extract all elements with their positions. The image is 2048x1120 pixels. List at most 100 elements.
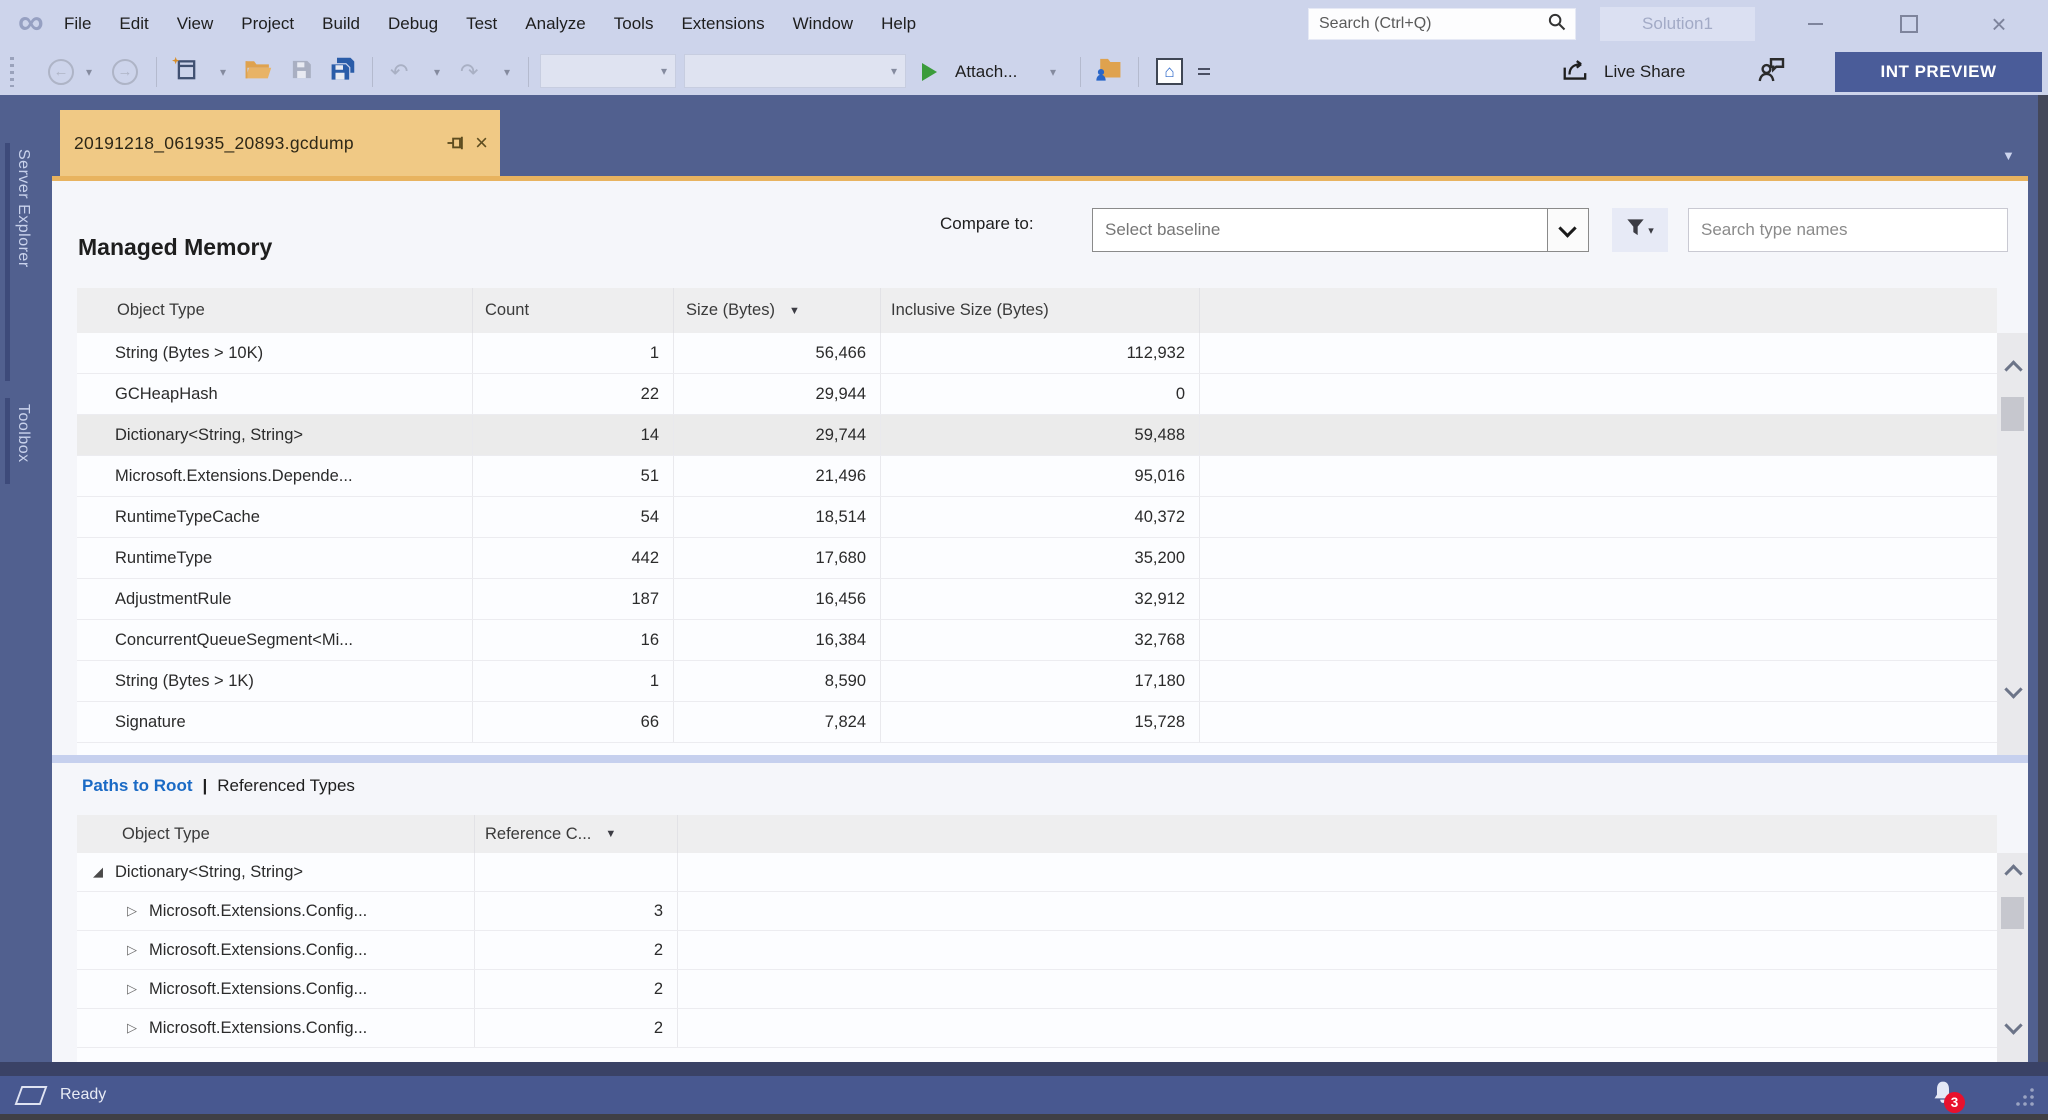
pane-splitter[interactable] bbox=[52, 755, 2028, 763]
int-preview-badge[interactable]: INT PREVIEW bbox=[1835, 52, 2042, 92]
menu-edit[interactable]: Edit bbox=[105, 0, 162, 48]
maximize-button[interactable] bbox=[1880, 0, 1938, 48]
cell-inclusive-size: 17,180 bbox=[881, 661, 1200, 701]
scroll-down-button[interactable] bbox=[2004, 680, 2022, 698]
cell-object-type: ConcurrentQueueSegment<Mi... bbox=[77, 620, 473, 660]
column-header-object-type[interactable]: Object Type bbox=[77, 815, 475, 853]
table-row[interactable]: RuntimeType44217,68035,200 bbox=[77, 538, 1997, 579]
table-row[interactable]: Signature667,82415,728 bbox=[77, 702, 1997, 743]
live-share-label[interactable]: Live Share bbox=[1604, 48, 1685, 95]
type-search-input[interactable] bbox=[1689, 220, 2007, 240]
solution-platforms-combo[interactable]: ▾ bbox=[684, 54, 906, 88]
heap-table-scrollbar[interactable] bbox=[1997, 333, 2028, 755]
navigate-forward-button[interactable]: → bbox=[112, 48, 138, 95]
new-project-dropdown[interactable]: ▾ bbox=[220, 48, 226, 95]
menu-test[interactable]: Test bbox=[452, 0, 511, 48]
tab-list-dropdown[interactable]: ▼ bbox=[2002, 148, 2015, 163]
menu-build[interactable]: Build bbox=[308, 0, 374, 48]
attach-run-button[interactable] bbox=[922, 48, 937, 95]
menu-view[interactable]: View bbox=[163, 0, 228, 48]
tree-row[interactable]: ▷Microsoft.Extensions.Config...2 bbox=[77, 931, 1997, 970]
column-header-inclusive-size[interactable]: Inclusive Size (Bytes) bbox=[881, 288, 1200, 333]
tab-referenced-types[interactable]: Referenced Types bbox=[217, 776, 355, 796]
scrollbar-thumb[interactable] bbox=[2001, 397, 2024, 431]
expand-icon[interactable]: ▷ bbox=[127, 1020, 149, 1036]
table-row[interactable]: GCHeapHash2229,9440 bbox=[77, 374, 1997, 415]
tree-node-label: Microsoft.Extensions.Config... bbox=[149, 1019, 367, 1038]
undo-dropdown[interactable]: ▾ bbox=[434, 48, 440, 95]
baseline-dropdown-button[interactable] bbox=[1547, 209, 1588, 251]
quick-search-input[interactable] bbox=[1317, 14, 1547, 34]
pin-tab-button[interactable] bbox=[445, 133, 465, 153]
menu-window[interactable]: Window bbox=[779, 0, 867, 48]
column-header-object-type[interactable]: Object Type bbox=[77, 288, 473, 333]
save-all-button[interactable] bbox=[328, 48, 358, 95]
open-file-button[interactable] bbox=[244, 48, 272, 95]
menu-debug[interactable]: Debug bbox=[374, 0, 452, 48]
table-row[interactable]: ConcurrentQueueSegment<Mi...1616,38432,7… bbox=[77, 620, 1997, 661]
expand-icon[interactable]: ▷ bbox=[127, 903, 149, 919]
menu-file[interactable]: File bbox=[50, 0, 105, 48]
attach-label[interactable]: Attach... bbox=[955, 48, 1017, 95]
tab-paths-to-root[interactable]: Paths to Root bbox=[82, 776, 193, 796]
table-row[interactable]: Dictionary<String, String>1429,74459,488 bbox=[77, 415, 1997, 456]
paths-table-scrollbar[interactable] bbox=[1997, 853, 2028, 1062]
navigate-back-button[interactable]: ← bbox=[48, 48, 74, 95]
cell-object-type: ▷Microsoft.Extensions.Config... bbox=[77, 931, 475, 969]
menu-analyze[interactable]: Analyze bbox=[511, 0, 599, 48]
save-button[interactable] bbox=[290, 48, 313, 95]
close-tab-button[interactable]: × bbox=[475, 133, 488, 153]
cell-object-type: RuntimeType bbox=[77, 538, 473, 578]
scroll-up-button[interactable] bbox=[2004, 360, 2022, 378]
table-row[interactable]: String (Bytes > 1K)18,59017,180 bbox=[77, 661, 1997, 702]
quick-search-box[interactable] bbox=[1308, 8, 1576, 40]
notifications-button[interactable]: 3 bbox=[1930, 1079, 1956, 1112]
scroll-down-button[interactable] bbox=[2004, 1016, 2022, 1034]
sidebar-tab-toolbox[interactable]: Toolbox bbox=[5, 398, 36, 484]
status-message: Ready bbox=[60, 1086, 106, 1104]
resize-grip[interactable] bbox=[2012, 1086, 2036, 1113]
tree-row[interactable]: ▷Microsoft.Extensions.Config...2 bbox=[77, 970, 1997, 1009]
expand-icon[interactable]: ▷ bbox=[127, 981, 149, 997]
document-tab-gcdump[interactable]: 20191218_061935_20893.gcdump × bbox=[60, 110, 500, 176]
solution-configurations-combo[interactable]: ▾ bbox=[540, 54, 676, 88]
redo-dropdown[interactable]: ▾ bbox=[504, 48, 510, 95]
menu-extensions[interactable]: Extensions bbox=[667, 0, 778, 48]
baseline-combo[interactable]: Select baseline bbox=[1092, 208, 1589, 252]
expand-icon[interactable]: ▷ bbox=[127, 942, 149, 958]
minimize-button[interactable] bbox=[1786, 0, 1844, 48]
attach-dropdown[interactable]: ▾ bbox=[1050, 48, 1056, 95]
filter-button[interactable]: ▾ bbox=[1612, 208, 1668, 252]
toolbar-drag-grip[interactable] bbox=[10, 48, 14, 95]
scroll-up-button[interactable] bbox=[2004, 864, 2022, 882]
type-search-box[interactable] bbox=[1688, 208, 2008, 252]
scrollbar-thumb[interactable] bbox=[2001, 897, 2024, 929]
toolbar-overflow-button[interactable] bbox=[1198, 48, 1210, 95]
browse-with-button[interactable] bbox=[1094, 48, 1122, 95]
menu-project[interactable]: Project bbox=[227, 0, 308, 48]
new-project-button[interactable] bbox=[172, 48, 198, 95]
cell-filler bbox=[1200, 620, 1997, 660]
collapse-icon[interactable]: ◢ bbox=[93, 864, 115, 880]
table-row[interactable]: AdjustmentRule18716,45632,912 bbox=[77, 579, 1997, 620]
table-row[interactable]: String (Bytes > 10K)156,466112,932 bbox=[77, 333, 1997, 374]
tree-row[interactable]: ▷Microsoft.Extensions.Config...2 bbox=[77, 1009, 1997, 1048]
live-share-button[interactable] bbox=[1562, 48, 1592, 95]
back-dropdown[interactable]: ▾ bbox=[86, 48, 92, 95]
tree-row[interactable]: ◢Dictionary<String, String> bbox=[77, 853, 1997, 892]
web-home-button[interactable]: ⌂ bbox=[1156, 48, 1183, 95]
undo-button[interactable]: ↶ bbox=[390, 48, 408, 95]
column-header-size[interactable]: Size (Bytes) ▼ bbox=[674, 288, 881, 333]
table-row[interactable]: Microsoft.Extensions.Depende...5121,4969… bbox=[77, 456, 1997, 497]
column-header-count[interactable]: Count bbox=[473, 288, 674, 333]
table-row[interactable]: RuntimeTypeCache5418,51440,372 bbox=[77, 497, 1997, 538]
menu-tools[interactable]: Tools bbox=[600, 0, 668, 48]
source-control-icon bbox=[15, 1086, 48, 1105]
menu-help[interactable]: Help bbox=[867, 0, 930, 48]
sidebar-tab-server-explorer[interactable]: Server Explorer bbox=[5, 143, 36, 381]
feedback-button[interactable] bbox=[1756, 48, 1786, 95]
redo-button[interactable]: ↷ bbox=[460, 48, 478, 95]
column-header-reference-count[interactable]: Reference C... ▼ bbox=[475, 815, 678, 853]
tree-row[interactable]: ▷Microsoft.Extensions.Config...3 bbox=[77, 892, 1997, 931]
close-window-button[interactable]: × bbox=[1970, 0, 2028, 48]
